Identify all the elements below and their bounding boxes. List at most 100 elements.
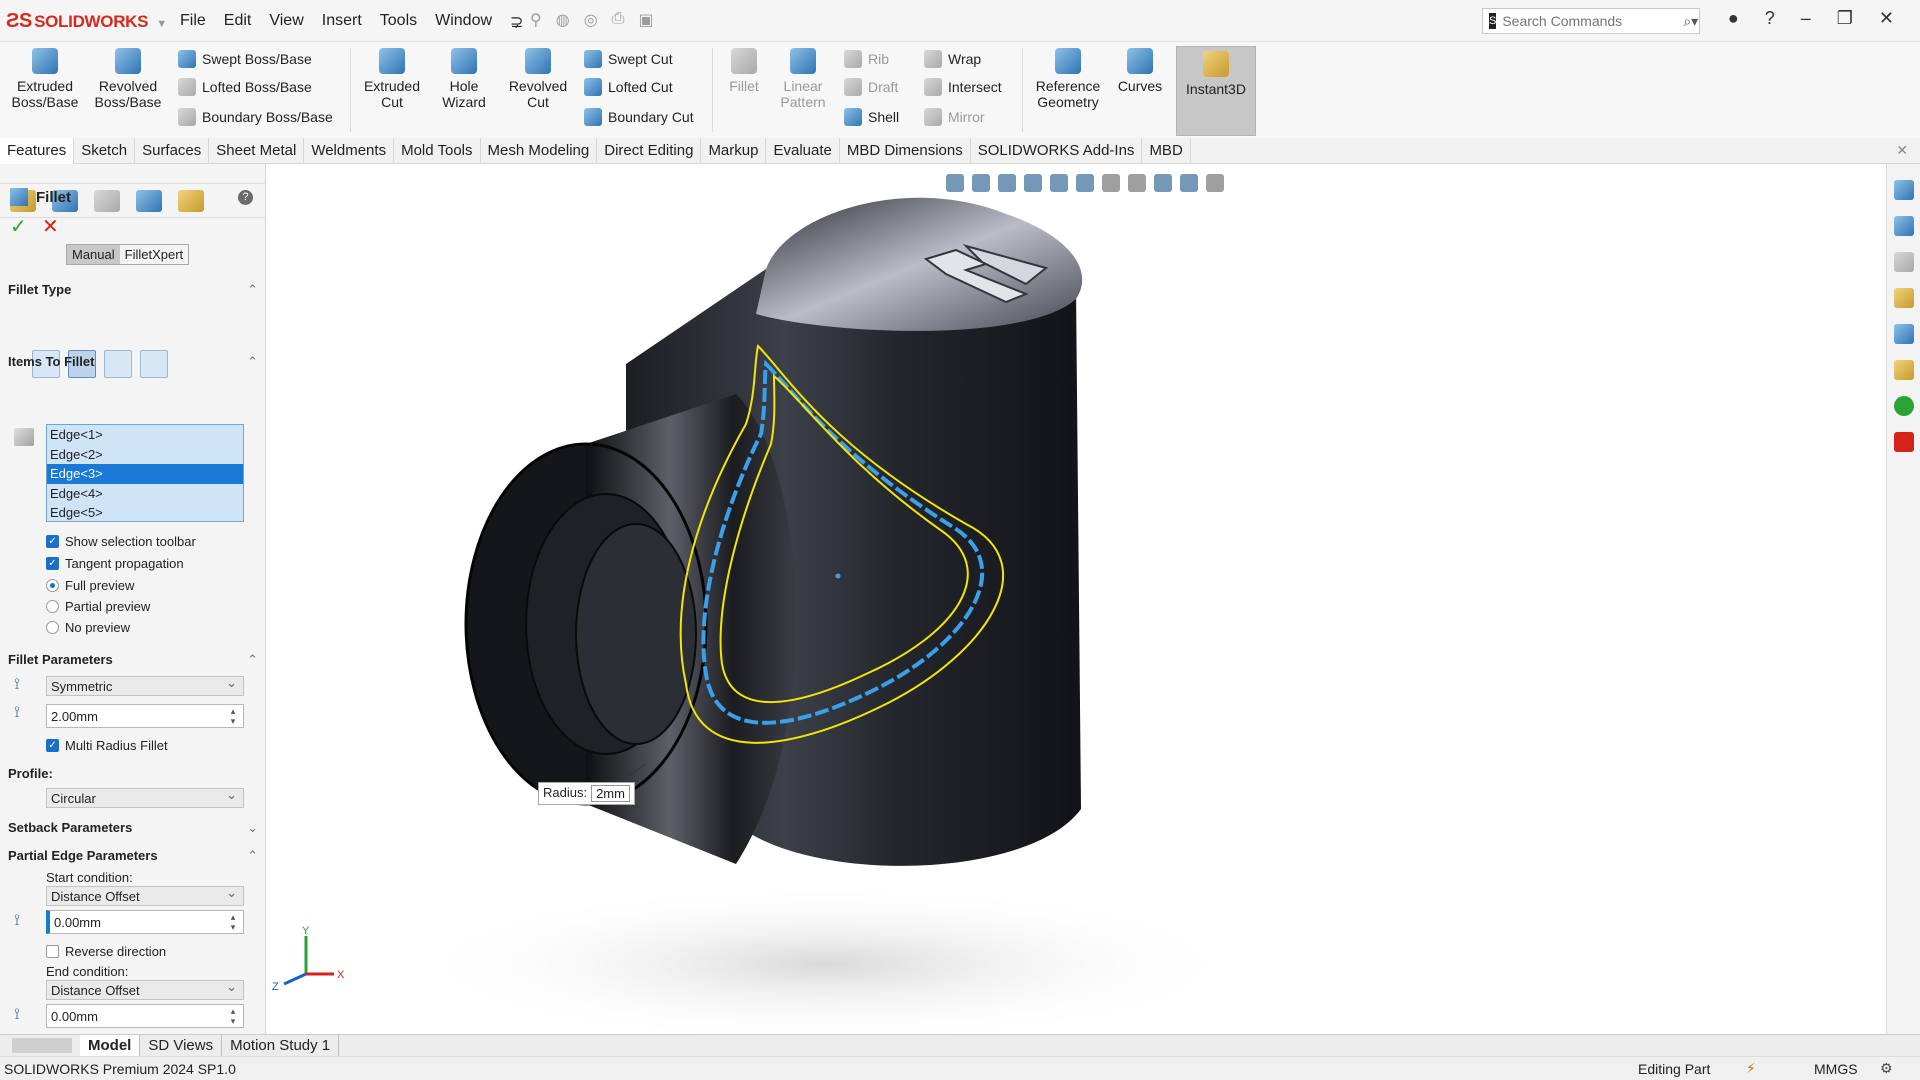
file-explorer-icon[interactable] <box>1893 288 1914 308</box>
intersect-button[interactable]: Intersect <box>924 76 1002 98</box>
chevron-up-icon[interactable]: ⌃ <box>247 652 258 668</box>
swept-cut-button[interactable]: Swept Cut <box>584 48 673 70</box>
show-selection-toolbar-checkbox[interactable]: ✓ Show selection toolbar <box>46 534 196 549</box>
select-icon[interactable]: ▣ <box>638 10 653 30</box>
tab-sheet-metal[interactable]: Sheet Metal <box>209 138 305 164</box>
tab-evaluate[interactable]: Evaluate <box>766 138 840 164</box>
menu-tools[interactable]: Tools <box>380 12 417 32</box>
curves-button[interactable]: Curves <box>1112 48 1168 94</box>
solidworks-resources-icon[interactable] <box>1893 180 1914 200</box>
menu-file[interactable]: File <box>180 12 206 32</box>
extruded-boss-button[interactable]: Extruded Boss/Base <box>8 48 82 110</box>
customize-icon[interactable]: ⚙ <box>1880 1060 1893 1077</box>
tab-direct-editing[interactable]: Direct Editing <box>597 138 702 164</box>
fillet-button[interactable]: Fillet <box>718 48 770 94</box>
search-icon[interactable]: ⌕▾ <box>1683 13 1698 30</box>
forum-icon[interactable] <box>1893 432 1914 452</box>
cancel-button[interactable]: ✕ <box>42 214 59 239</box>
pm-scroll-bar[interactable] <box>0 164 265 184</box>
edge-list[interactable]: Edge<1> Edge<2> Edge<3> Edge<4> Edge<5> <box>46 424 244 522</box>
linear-pattern-button[interactable]: Linear Pattern <box>772 48 834 110</box>
rib-button[interactable]: Rib <box>844 48 889 70</box>
tab-scroll-buttons[interactable] <box>12 1038 72 1053</box>
list-item[interactable]: Edge<2> <box>47 445 243 465</box>
view-palette-icon[interactable] <box>1893 324 1914 344</box>
rebuild-icon[interactable]: ◍ <box>556 10 570 30</box>
fillet-method-select[interactable]: Symmetric <box>46 675 244 696</box>
rebuild-icon[interactable]: ⚡ <box>1746 1060 1756 1077</box>
extruded-cut-button[interactable]: Extruded Cut <box>356 48 428 110</box>
configuration-manager-icon[interactable] <box>94 190 120 212</box>
tab-mold-tools[interactable]: Mold Tools <box>394 138 481 164</box>
help-icon[interactable]: ? <box>238 190 253 205</box>
tab-weldments[interactable]: Weldments <box>304 138 395 164</box>
revolved-boss-button[interactable]: Revolved Boss/Base <box>90 48 166 110</box>
user-icon[interactable]: ● <box>1728 8 1739 29</box>
tab-mbd-dimensions[interactable]: MBD Dimensions <box>840 138 971 164</box>
search-commands[interactable]: S ⌕▾ <box>1482 8 1700 34</box>
boundary-cut-button[interactable]: Boundary Cut <box>584 106 694 128</box>
list-item[interactable]: Edge<5> <box>47 503 243 523</box>
menu-insert[interactable]: Insert <box>322 12 362 32</box>
hole-wizard-button[interactable]: Hole Wizard <box>436 48 492 110</box>
graphics-area[interactable]: Radius: 2mm Y X Z <box>266 164 1886 1034</box>
draft-button[interactable]: Draft <box>844 76 898 98</box>
manual-tab[interactable]: Manual <box>67 245 120 264</box>
magnify-icon[interactable]: ⚲ <box>530 10 542 30</box>
chevron-up-icon[interactable]: ⌃ <box>247 848 258 864</box>
reverse-direction-checkbox[interactable]: Reverse direction <box>46 944 166 959</box>
menu-edit[interactable]: Edit <box>224 12 252 32</box>
lofted-boss-button[interactable]: Lofted Boss/Base <box>178 76 312 98</box>
options-icon[interactable]: ◎ <box>584 10 598 30</box>
lofted-cut-button[interactable]: Lofted Cut <box>584 76 673 98</box>
help-icon[interactable]: ? <box>1765 8 1775 29</box>
items-to-fillet-section[interactable]: Items To Fillet ⌃ <box>8 354 258 370</box>
appearances-icon[interactable] <box>1893 360 1914 380</box>
tab-motion-study[interactable]: Motion Study 1 <box>222 1035 340 1056</box>
print-icon[interactable]: ⎙ <box>612 10 625 30</box>
multi-radius-checkbox[interactable]: ✓ Multi Radius Fillet <box>46 738 168 753</box>
solidworks-logo[interactable]: ƧS SOLIDWORKS ▼ <box>6 10 167 33</box>
tab-mesh-modeling[interactable]: Mesh Modeling <box>481 138 598 164</box>
tangent-propagation-checkbox[interactable]: ✓ Tangent propagation <box>46 556 184 571</box>
no-preview-radio[interactable]: No preview <box>46 620 130 635</box>
3d-content-central-icon[interactable] <box>1893 216 1914 236</box>
instant3d-button[interactable]: Instant3D <box>1176 46 1256 136</box>
chevron-up-icon[interactable]: ⌃ <box>247 354 258 370</box>
boundary-boss-button[interactable]: Boundary Boss/Base <box>178 106 333 128</box>
tab-model[interactable]: Model <box>80 1035 141 1056</box>
search-input[interactable] <box>1502 13 1684 29</box>
restore-icon[interactable]: ❐ <box>1837 8 1853 29</box>
custom-properties-icon[interactable] <box>1893 396 1914 416</box>
filletxpert-tab[interactable]: FilletXpert <box>120 245 189 264</box>
menu-window[interactable]: Window <box>435 12 492 32</box>
profile-select[interactable]: Circular <box>46 787 244 808</box>
shell-button[interactable]: Shell <box>844 106 899 128</box>
list-item[interactable]: Edge<3> <box>47 464 243 484</box>
reference-geometry-button[interactable]: Reference Geometry <box>1028 48 1108 110</box>
revolved-cut-button[interactable]: Revolved Cut <box>500 48 576 110</box>
unit-system-button[interactable]: MMGS <box>1814 1061 1858 1077</box>
mirror-button[interactable]: Mirror <box>924 106 985 128</box>
fillet-parameters-section[interactable]: Fillet Parameters ⌃ <box>8 652 258 668</box>
tab-mbd[interactable]: MBD <box>1142 138 1191 164</box>
tab-markup[interactable]: Markup <box>701 138 767 164</box>
tab-solidworks-add-ins[interactable]: SOLIDWORKS Add-Ins <box>971 138 1143 164</box>
end-condition-select[interactable]: Distance Offset <box>46 979 244 1000</box>
partial-edge-parameters-section[interactable]: Partial Edge Parameters ⌃ <box>8 848 258 864</box>
tab-surfaces[interactable]: Surfaces <box>135 138 210 164</box>
chevron-down-icon[interactable]: ▼ <box>156 18 167 30</box>
minimize-icon[interactable]: – <box>1801 8 1811 29</box>
part-model[interactable] <box>266 164 1886 1034</box>
start-condition-select[interactable]: Distance Offset <box>46 885 244 906</box>
tab-features[interactable]: Features <box>0 138 75 164</box>
fillet-type-section[interactable]: Fillet Type ⌃ <box>8 282 258 298</box>
chevron-down-icon[interactable]: ⌄ <box>247 820 258 836</box>
display-manager-icon[interactable] <box>178 190 204 212</box>
close-icon[interactable]: ✕ <box>1879 8 1894 29</box>
menu-view[interactable]: View <box>269 12 303 32</box>
wrap-button[interactable]: Wrap <box>924 48 981 70</box>
swept-boss-button[interactable]: Swept Boss/Base <box>178 48 312 70</box>
list-item[interactable]: Edge<1> <box>47 425 243 445</box>
radius-callout[interactable]: Radius: 2mm <box>538 782 635 805</box>
